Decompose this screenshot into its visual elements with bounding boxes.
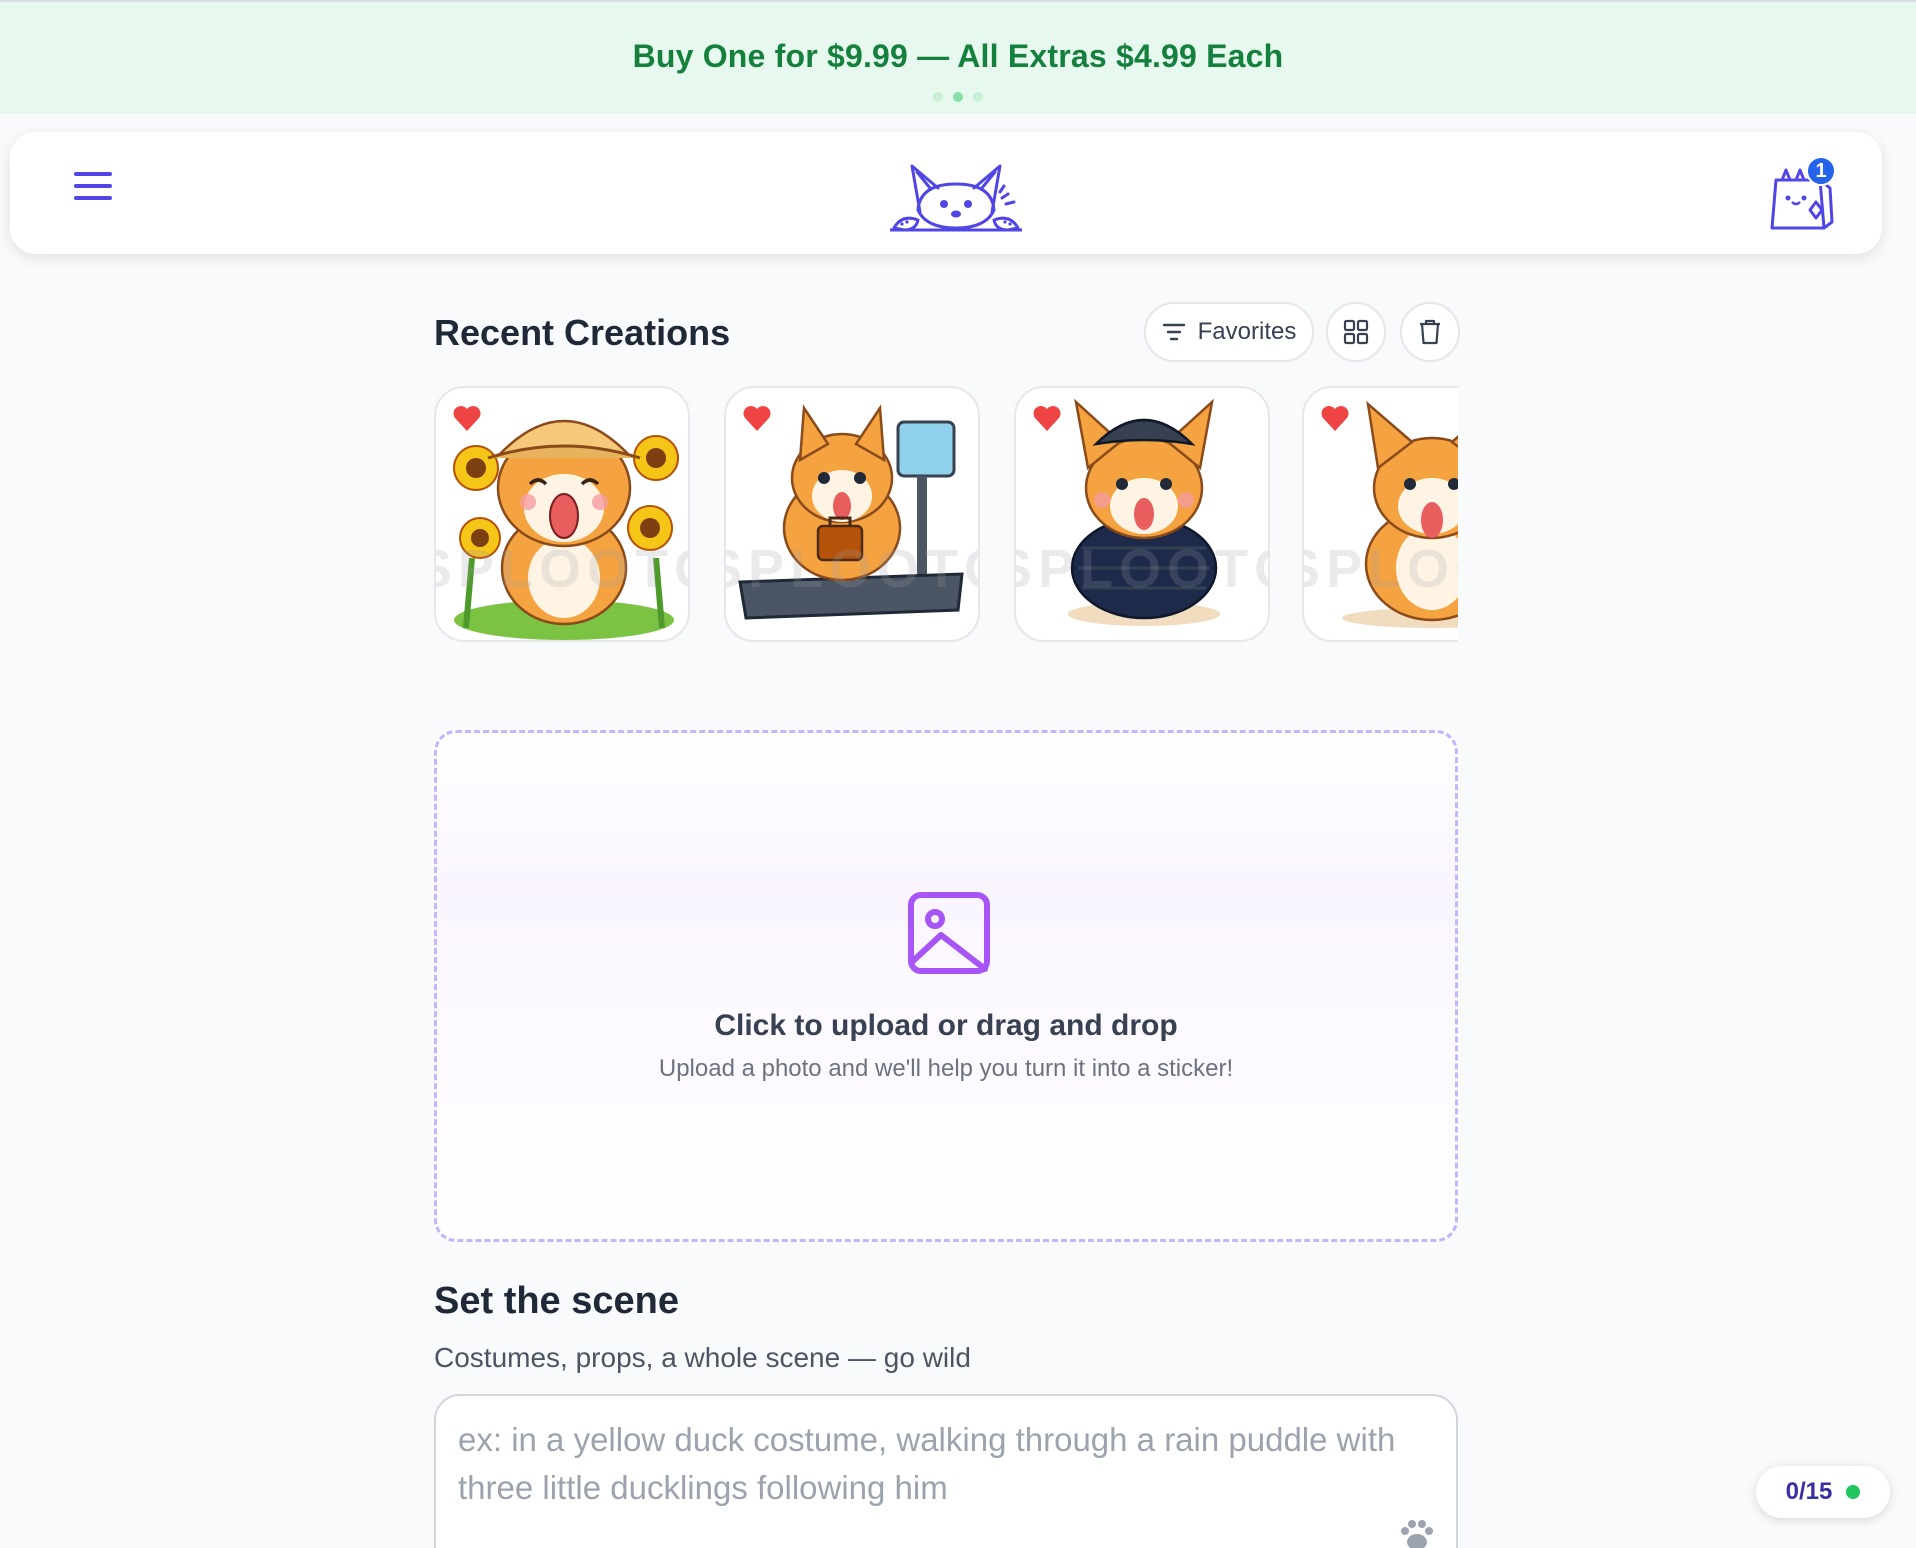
usage-count-text: 0/15 xyxy=(1785,1478,1833,1505)
favorite-heart-icon[interactable] xyxy=(1320,404,1350,432)
recent-creations-title: Recent Creations xyxy=(434,312,731,353)
watermark: SPLOOTCHY xyxy=(726,539,978,599)
creation-card[interactable]: SPLOOTCHY xyxy=(1302,386,1458,642)
carousel-dot-active[interactable] xyxy=(953,92,963,102)
paw-icon[interactable] xyxy=(1398,1518,1436,1548)
cart-count-badge: 1 xyxy=(1806,156,1836,186)
favorite-heart-icon[interactable] xyxy=(742,404,772,432)
favorite-heart-icon[interactable] xyxy=(1032,404,1062,432)
favorites-label: Favorites xyxy=(1197,318,1297,345)
scene-description-field[interactable] xyxy=(434,1394,1458,1548)
grid-view-button[interactable] xyxy=(1326,302,1386,362)
site-header: 1 xyxy=(10,132,1882,254)
watermark: SPLOOTCHY xyxy=(1016,539,1268,599)
watermark: SPLOOTCHY xyxy=(436,539,688,599)
promo-carousel-dots xyxy=(0,92,1916,102)
status-dot xyxy=(1846,1485,1861,1499)
promo-text: Buy One for $9.99 — All Extras $4.99 Eac… xyxy=(632,38,1284,74)
creation-card[interactable]: SPLOOTCHY xyxy=(1014,386,1270,642)
filter-icon xyxy=(1162,323,1185,341)
favorite-heart-icon[interactable] xyxy=(452,404,482,432)
favorites-filter-button[interactable]: Favorites xyxy=(1144,302,1314,362)
carousel-dot[interactable] xyxy=(973,92,983,102)
usage-counter: 0/15 xyxy=(1756,1466,1890,1518)
scene-textarea[interactable] xyxy=(458,1416,1398,1536)
scene-subtitle: Costumes, props, a whole scene — go wild xyxy=(434,1342,971,1373)
carousel-dot[interactable] xyxy=(933,92,943,102)
recent-creations-carousel[interactable]: SPLOOTCHY SPLOOTCHY xyxy=(434,386,1458,644)
upload-title: Click to upload or drag and drop xyxy=(714,1009,1178,1042)
corgi-logo-icon[interactable] xyxy=(890,158,1022,234)
clear-all-button[interactable] xyxy=(1400,302,1460,362)
upload-subtitle: Upload a photo and we'll help you turn i… xyxy=(658,1055,1234,1082)
hamburger-menu-icon[interactable] xyxy=(74,172,122,212)
watermark: SPLOOTCHY xyxy=(1304,539,1458,599)
grid-view-icon xyxy=(1343,319,1369,345)
photo-upload-dropzone[interactable]: Click to upload or drag and drop Upload … xyxy=(434,730,1458,1242)
image-icon xyxy=(908,892,990,974)
creation-card[interactable]: SPLOOTCHY xyxy=(724,386,980,642)
promo-banner: Buy One for $9.99 — All Extras $4.99 Eac… xyxy=(0,0,1916,114)
creation-card[interactable]: SPLOOTCHY xyxy=(434,386,690,642)
scene-title: Set the scene xyxy=(434,1280,679,1322)
trash-icon xyxy=(1420,319,1440,345)
